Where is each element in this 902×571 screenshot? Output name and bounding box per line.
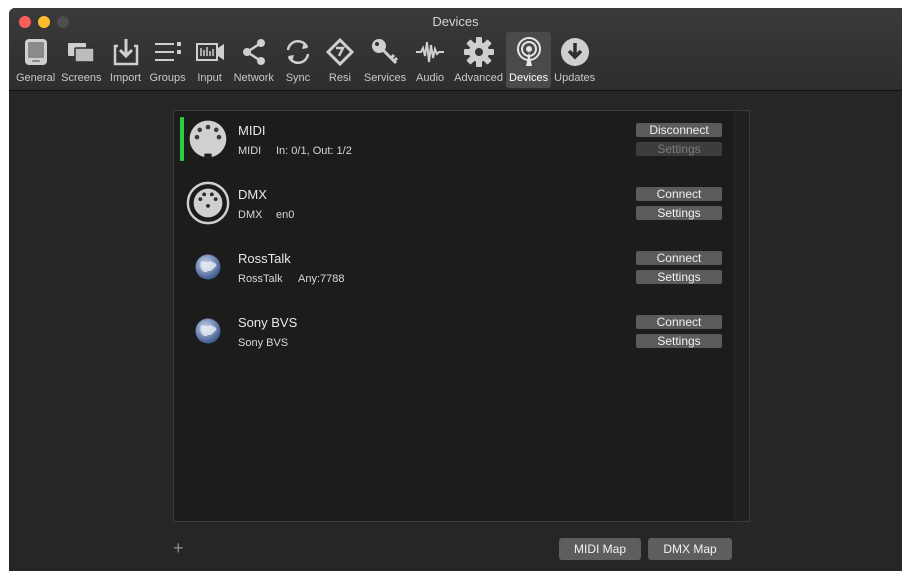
device-row-midi[interactable]: MIDI MIDI In: 0/1, Out: 1/2 Disconnect S… [174, 111, 734, 171]
connect-button[interactable]: Connect [636, 251, 722, 265]
globe-icon [184, 307, 232, 355]
input-icon [192, 34, 228, 70]
tab-groups[interactable]: Groups [147, 32, 189, 88]
disconnect-button[interactable]: Disconnect [636, 123, 722, 137]
tab-services[interactable]: Services [361, 32, 409, 88]
tab-screens-label: Screens [61, 72, 102, 84]
tab-advanced[interactable]: Advanced [451, 32, 506, 88]
screens-icon [63, 34, 99, 70]
tab-services-label: Services [363, 72, 407, 84]
device-type: Sony BVS [238, 337, 289, 349]
device-name: MIDI [238, 123, 266, 138]
tab-audio[interactable]: Audio [409, 32, 451, 88]
device-name: Sony BVS [238, 315, 298, 330]
general-icon [18, 34, 54, 70]
settings-button[interactable]: Settings [636, 206, 722, 220]
settings-button[interactable]: Settings [636, 270, 722, 284]
tab-updates-label: Updates [554, 72, 596, 84]
updates-download-icon [557, 34, 593, 70]
sync-icon [280, 34, 316, 70]
add-device-button[interactable]: + [173, 538, 184, 559]
midi-map-button[interactable]: MIDI Map [559, 538, 641, 560]
device-detail: Any:7788 [298, 273, 345, 285]
tab-network-label: Network [233, 72, 274, 84]
settings-button[interactable]: Settings [636, 334, 722, 348]
device-name: RossTalk [238, 251, 291, 266]
connect-button[interactable]: Connect [636, 315, 722, 329]
dmx-connector-icon [184, 179, 232, 227]
tab-groups-label: Groups [149, 72, 186, 84]
tab-advanced-label: Advanced [454, 72, 504, 84]
device-row-rosstalk[interactable]: RossTalk RossTalk Any:7788 Connect Setti… [174, 239, 734, 299]
globe-icon [184, 243, 232, 291]
tab-input-label: Input [197, 72, 222, 84]
tab-import-label: Import [109, 72, 142, 84]
tab-general[interactable]: General [13, 32, 58, 88]
tab-screens[interactable]: Screens [58, 32, 104, 88]
vertical-scrollbar[interactable] [734, 111, 749, 521]
device-type: MIDI [238, 145, 262, 157]
settings-button[interactable]: Settings [636, 142, 722, 156]
device-list: MIDI MIDI In: 0/1, Out: 1/2 Disconnect S… [173, 110, 750, 522]
connect-button[interactable]: Connect [636, 187, 722, 201]
groups-icon [150, 34, 186, 70]
devices-broadcast-icon [511, 34, 547, 70]
resi-icon [322, 34, 358, 70]
title-bar: Devices General Screens Import Groups In… [9, 8, 902, 91]
tab-devices[interactable]: Devices [506, 32, 552, 88]
preferences-toolbar: General Screens Import Groups Input Netw… [13, 32, 598, 88]
tab-sync-label: Sync [285, 72, 311, 84]
tab-sync[interactable]: Sync [277, 32, 319, 88]
device-detail: en0 [276, 209, 295, 221]
tab-resi-label: Resi [328, 72, 351, 84]
tab-import[interactable]: Import [105, 32, 147, 88]
network-icon [236, 34, 272, 70]
tab-resi[interactable]: Resi [319, 32, 361, 88]
dmx-map-button[interactable]: DMX Map [648, 538, 732, 560]
services-key-icon [367, 34, 403, 70]
preferences-window: Devices General Screens Import Groups In… [9, 8, 902, 571]
device-row-dmx[interactable]: DMX DMX en0 Connect Settings [174, 175, 734, 235]
device-row-sony-bvs[interactable]: Sony BVS Sony BVS Connect Settings [174, 303, 734, 363]
import-icon [108, 34, 144, 70]
window-title: Devices [432, 14, 479, 29]
tab-updates[interactable]: Updates [551, 32, 598, 88]
tab-general-label: General [16, 72, 56, 84]
device-name: DMX [238, 187, 267, 202]
audio-waveform-icon [412, 34, 448, 70]
tab-devices-label: Devices [509, 72, 549, 84]
midi-connector-icon [184, 115, 232, 163]
device-type: DMX [238, 209, 263, 221]
device-type: RossTalk [238, 273, 283, 285]
tab-input[interactable]: Input [189, 32, 231, 88]
device-detail: In: 0/1, Out: 1/2 [276, 145, 352, 157]
advanced-gear-icon [461, 34, 497, 70]
tab-network[interactable]: Network [231, 32, 277, 88]
tab-audio-label: Audio [416, 72, 445, 84]
